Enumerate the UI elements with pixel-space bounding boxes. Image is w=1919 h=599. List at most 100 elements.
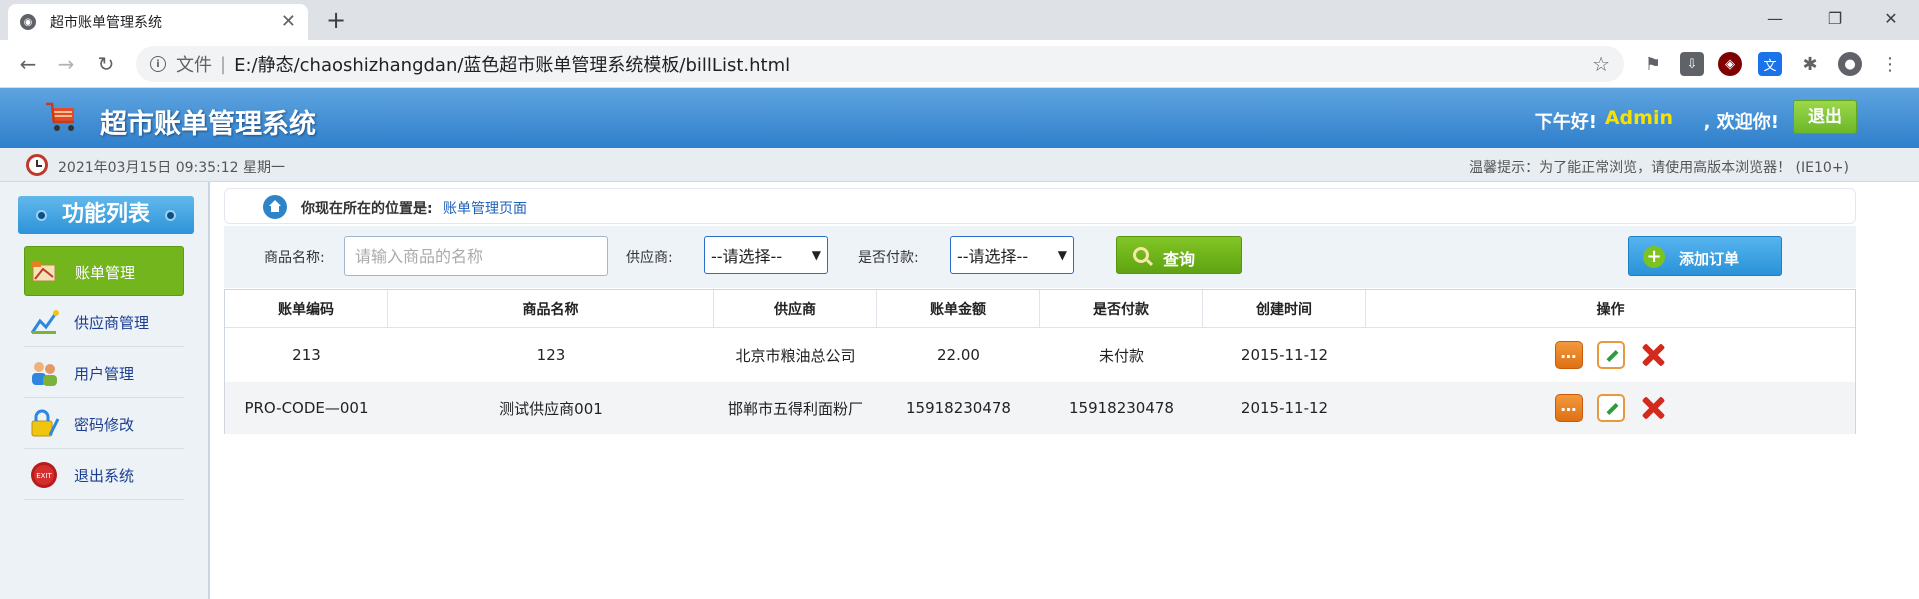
url-scheme: 文件 [176,55,212,76]
created-date: 2015-11-12 [1240,399,1329,417]
sidebar-item-label: 账单管理 [75,264,136,282]
edit-icon[interactable] [1596,341,1625,369]
new-tab-button[interactable]: + [322,6,350,34]
product-name: 123 [536,346,566,364]
extensions-icon[interactable]: ✱ [1798,52,1822,76]
download-icon[interactable]: ⇩ [1680,52,1704,76]
add-order-button[interactable]: + 添加订单 [1628,236,1782,276]
back-button[interactable]: ← [14,50,42,78]
bill-icon [31,261,56,282]
supplier-name: 北京市粮油总公司 [735,346,856,365]
paid-select[interactable]: --请选择-- ▼ [950,236,1074,274]
delete-icon[interactable] [1639,341,1667,369]
sidebar-item-label: 密码修改 [74,416,135,434]
column-header: 账单编码 [225,290,388,327]
menu-kebab-icon[interactable]: ⋮ [1878,52,1902,76]
status-bar: 2021年03月15日 09:35:12 星期一 温馨提示：为了能正常浏览，请使… [0,148,1919,182]
clock-icon [26,154,48,176]
address-bar[interactable]: i 文件 | E:/静态/chaoshizhangdan/蓝色超市账单管理系统模… [136,46,1624,82]
sidebar-item-users[interactable]: 用户管理 [24,348,184,398]
sidebar-item-label: 用户管理 [74,365,135,383]
product-name: 测试供应商001 [499,399,603,418]
svg-text:EXIT: EXIT [36,472,52,480]
row-actions [1366,328,1855,382]
browser-tip: 温馨提示：为了能正常浏览，请使用高版本浏览器！ (IE10+) [1469,160,1849,176]
globe-icon: ◉ [20,14,36,30]
paid-status: 未付款 [1098,346,1144,365]
table-row: PRO-CODE—001 测试供应商001 邯郸市五得利面粉厂 15918230… [225,382,1855,434]
bill-amount: 15918230478 [906,399,1011,417]
sidebar-item-bills[interactable]: 账单管理 [24,246,184,296]
url-text[interactable]: E:/静态/chaoshizhangdan/蓝色超市账单管理系统模板/billL… [234,51,1592,77]
logout-button[interactable]: 退出 [1793,100,1857,134]
column-header: 创建时间 [1203,290,1366,327]
chevron-down-icon: ▼ [811,248,821,262]
sidebar-item-suppliers[interactable]: 供应商管理 [24,297,184,347]
created-date: 2015-11-12 [1240,346,1329,364]
browser-tabbar: ◉ 超市账单管理系统 ✕ + — ❐ ✕ [0,0,1919,40]
supplier-select-value: --请选择-- [711,247,783,266]
supplier-label: 供应商: [626,250,673,266]
delete-icon[interactable] [1639,394,1667,422]
edit-icon[interactable] [1596,394,1625,422]
breadcrumb-label: 你现在所在的位置是: [301,201,433,217]
query-button-label: 查询 [1163,250,1196,269]
app-title: 超市账单管理系统 [100,109,316,140]
bullet-icon [36,210,47,221]
sidebar-item-exit[interactable]: EXIT 退出系统 [24,450,184,500]
forward-button[interactable]: → [52,50,80,78]
column-header: 是否付款 [1040,290,1203,327]
product-name-input[interactable] [344,236,608,276]
exit-icon: EXIT [31,462,57,488]
greeting-text: 下午好! [1534,112,1597,133]
sidebar-item-label: 退出系统 [74,467,135,485]
close-tab-icon[interactable]: ✕ [281,13,296,31]
plus-icon: + [1643,246,1665,268]
url-separator: | [220,53,227,75]
bookmarks-icon[interactable]: ⚑ [1641,52,1665,76]
bill-code: 213 [292,346,321,364]
breadcrumb: 你现在所在的位置是: 账单管理页面 [224,188,1856,224]
translate-icon[interactable]: 文 [1758,52,1782,76]
restore-button[interactable]: ❐ [1807,0,1863,36]
tab-title: 超市账单管理系统 [50,15,162,31]
supplier-icon [30,310,59,334]
query-button[interactable]: 查询 [1116,236,1242,274]
current-datetime: 2021年03月15日 09:35:12 星期一 [58,160,286,176]
supplier-name: 邯郸市五得利面粉厂 [727,399,863,418]
info-icon[interactable]: i [150,56,166,72]
browser-toolbar: ← → ↻ i 文件 | E:/静态/chaoshizhangdan/蓝色超市账… [0,40,1919,88]
sidebar-title: 功能列表 [18,196,194,234]
supplier-select[interactable]: --请选择-- ▼ [704,236,828,274]
table-row: 213 123 北京市粮油总公司 22.00 未付款 2015-11-12 [225,328,1855,382]
profile-icon[interactable]: ● [1838,52,1862,76]
sidebar: 功能列表 账单管理 供应商管理 用户管理 密码修改 EXIT 退出系统 [0,182,210,599]
ublock-icon[interactable]: ◈ [1718,52,1742,76]
chevron-down-icon: ▼ [1057,248,1067,262]
bullet-icon [165,210,176,221]
breadcrumb-current-page[interactable]: 账单管理页面 [443,198,527,218]
sidebar-item-password[interactable]: 密码修改 [24,399,184,449]
users-icon [32,362,57,386]
username: Admin [1604,107,1673,129]
column-header: 账单金额 [877,290,1040,327]
browser-tab[interactable]: ◉ 超市账单管理系统 ✕ [8,4,308,40]
bill-code: PRO-CODE—001 [244,399,369,417]
close-window-button[interactable]: ✕ [1863,0,1919,36]
sidebar-item-label: 供应商管理 [74,314,150,332]
search-panel: 商品名称: 供应商: --请选择-- ▼ 是否付款: --请选择-- ▼ 查询 … [224,226,1856,288]
view-icon[interactable] [1554,394,1583,422]
reload-button[interactable]: ↻ [92,50,120,78]
table-header-row: 账单编码 商品名称 供应商 账单金额 是否付款 创建时间 操作 [225,290,1855,328]
minimize-button[interactable]: — [1747,0,1803,36]
product-name-label: 商品名称: [264,250,325,266]
view-icon[interactable] [1554,341,1583,369]
bill-table: 账单编码 商品名称 供应商 账单金额 是否付款 创建时间 操作 213 123 … [224,289,1856,434]
add-order-label: 添加订单 [1679,250,1740,268]
app-header: 超市账单管理系统 下午好! Admin , 欢迎你! 退出 [0,88,1919,148]
sidebar-title-text: 功能列表 [61,202,150,227]
paid-label: 是否付款: [858,250,919,266]
bookmark-star-icon[interactable]: ☆ [1592,52,1610,76]
paid-status: 15918230478 [1069,399,1174,417]
search-icon [1133,247,1149,263]
